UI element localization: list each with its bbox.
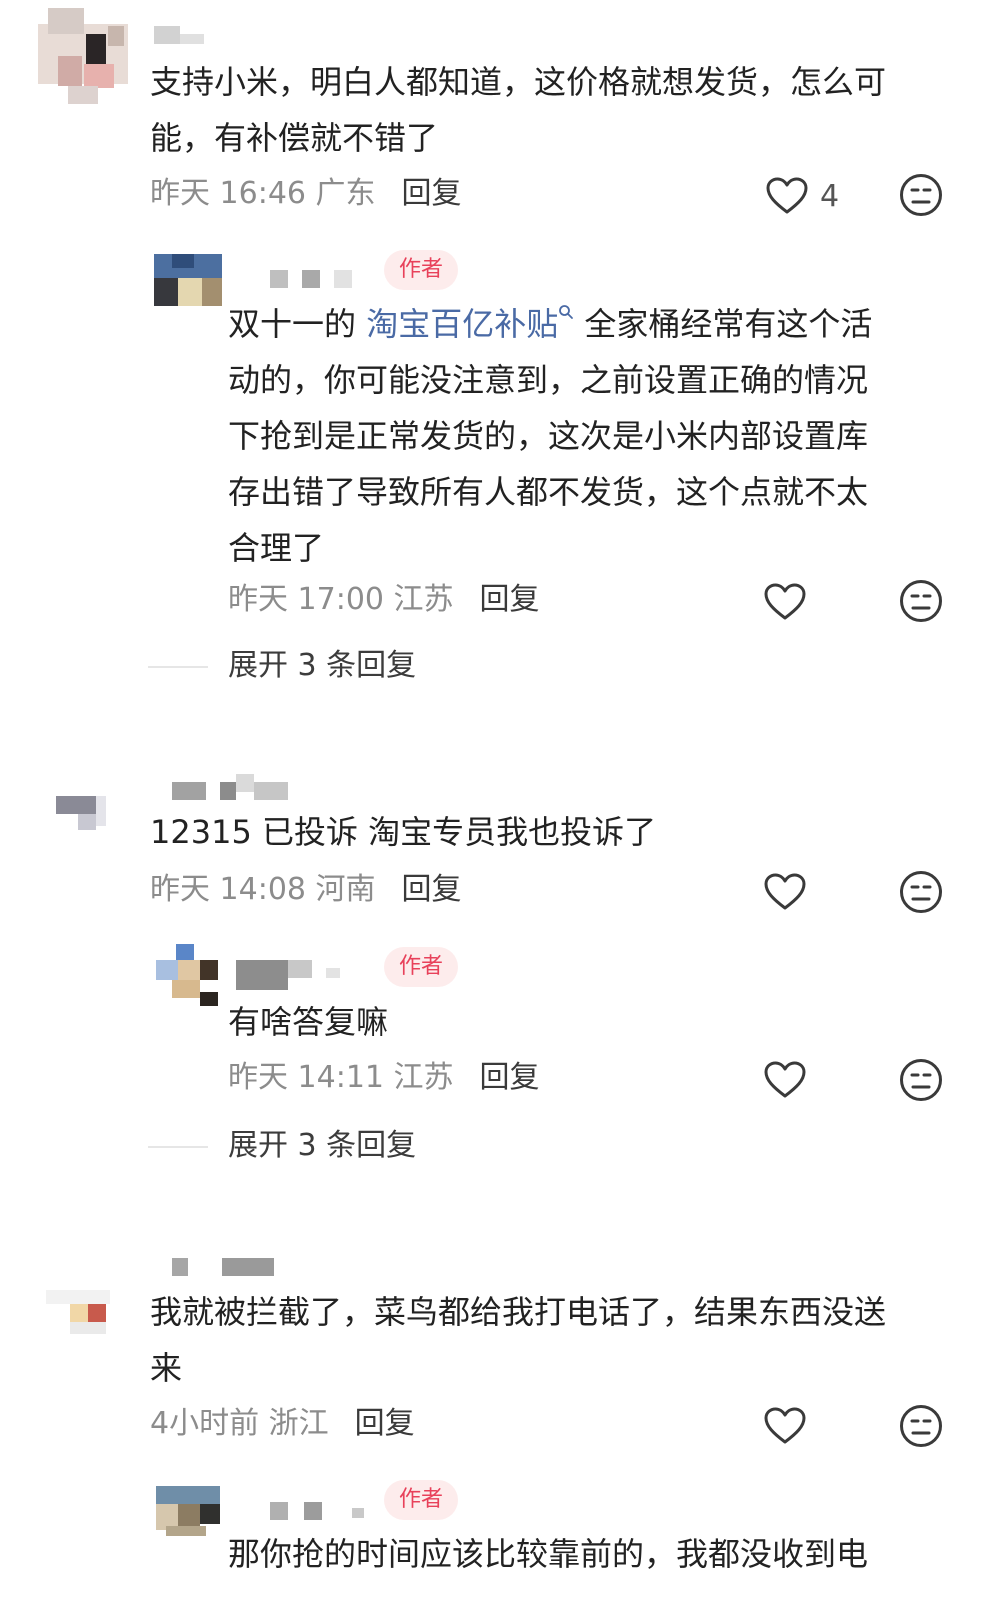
reply-meta: 昨天 14:11 江苏 回复 [228, 1058, 540, 1098]
reply-username-blurred[interactable] [270, 1502, 370, 1526]
reply-username-blurred[interactable] [270, 270, 360, 294]
reply-time-location: 昨天 14:11 江苏 [228, 1060, 454, 1095]
expand-replies-button[interactable]: 展开 3 条回复 [148, 1126, 468, 1166]
reply-time-location: 昨天 17:00 江苏 [228, 582, 454, 617]
reply-button[interactable]: 回复 [480, 1060, 540, 1095]
like-button[interactable] [764, 1404, 806, 1448]
author-badge: 作者 [384, 947, 459, 987]
reply-avatar[interactable] [156, 944, 222, 1010]
meh-face-icon[interactable] [899, 173, 943, 217]
comment-time-location: 4小时前 浙江 [150, 1406, 329, 1441]
reply-button[interactable]: 回复 [402, 872, 462, 907]
reply-username-blurred[interactable] [236, 960, 356, 990]
like-button[interactable] [764, 1058, 806, 1102]
like-count: 4 [820, 178, 840, 214]
reply-button[interactable]: 回复 [402, 176, 462, 211]
meh-face-icon[interactable] [899, 1404, 943, 1448]
comment-time-location: 昨天 16:46 广东 [150, 176, 376, 211]
meh-face-icon[interactable] [899, 579, 943, 623]
username-blurred[interactable] [172, 774, 292, 800]
reply-text: 双十一的 淘宝百亿补贴 全家桶经常有这个活 动的，你可能没注意到，之前设置正确的… [228, 305, 873, 567]
reply-button[interactable]: 回复 [480, 582, 540, 617]
like-button[interactable] [764, 870, 806, 914]
taobao-subsidy-link[interactable]: 淘宝百亿补贴 [366, 305, 574, 343]
expand-replies-button[interactable]: 展开 3 条回复 [148, 646, 468, 686]
comment-meta: 昨天 14:08 河南 回复 [150, 870, 462, 910]
search-icon [558, 304, 574, 320]
avatar[interactable] [38, 8, 128, 104]
divider [148, 1146, 208, 1148]
username-blurred[interactable] [172, 1258, 282, 1282]
heart-outline-icon [764, 583, 806, 621]
heart-outline-icon [766, 177, 808, 215]
reply-text: 有啥答复嘛 [228, 1003, 389, 1041]
comment-time-location: 昨天 14:08 河南 [150, 872, 376, 907]
meh-face-icon[interactable] [899, 870, 943, 914]
reply-text: 那你抢的时间应该比较靠前的，我都没收到电 [228, 1535, 869, 1573]
author-badge: 作者 [384, 250, 459, 290]
reply-meta: 昨天 17:00 江苏 回复 [228, 580, 540, 620]
author-badge: 作者 [384, 1480, 459, 1520]
reply-avatar[interactable] [154, 254, 222, 306]
comment-text: 12315 已投诉 淘宝专员我也投诉了 [150, 813, 657, 851]
avatar[interactable] [46, 1290, 110, 1334]
like-button[interactable] [764, 580, 806, 624]
comment-meta: 昨天 16:46 广东 回复 [150, 174, 462, 214]
reply-button[interactable]: 回复 [355, 1406, 415, 1441]
comment-text: 我就被拦截了，菜鸟都给我打电话了，结果东西没送 来 [150, 1293, 887, 1387]
divider [148, 666, 208, 668]
username-blurred[interactable] [154, 26, 214, 50]
heart-outline-icon [764, 1061, 806, 1099]
like-button[interactable]: 4 [766, 174, 839, 218]
comment-meta: 4小时前 浙江 回复 [150, 1404, 415, 1444]
reply-avatar[interactable] [156, 1486, 220, 1536]
meh-face-icon[interactable] [899, 1058, 943, 1102]
heart-outline-icon [764, 873, 806, 911]
avatar[interactable] [56, 796, 106, 830]
heart-outline-icon [764, 1407, 806, 1445]
comment-text: 支持小米，明白人都知道，这价格就想发货，怎么可 能，有补偿就不错了 [150, 63, 887, 157]
